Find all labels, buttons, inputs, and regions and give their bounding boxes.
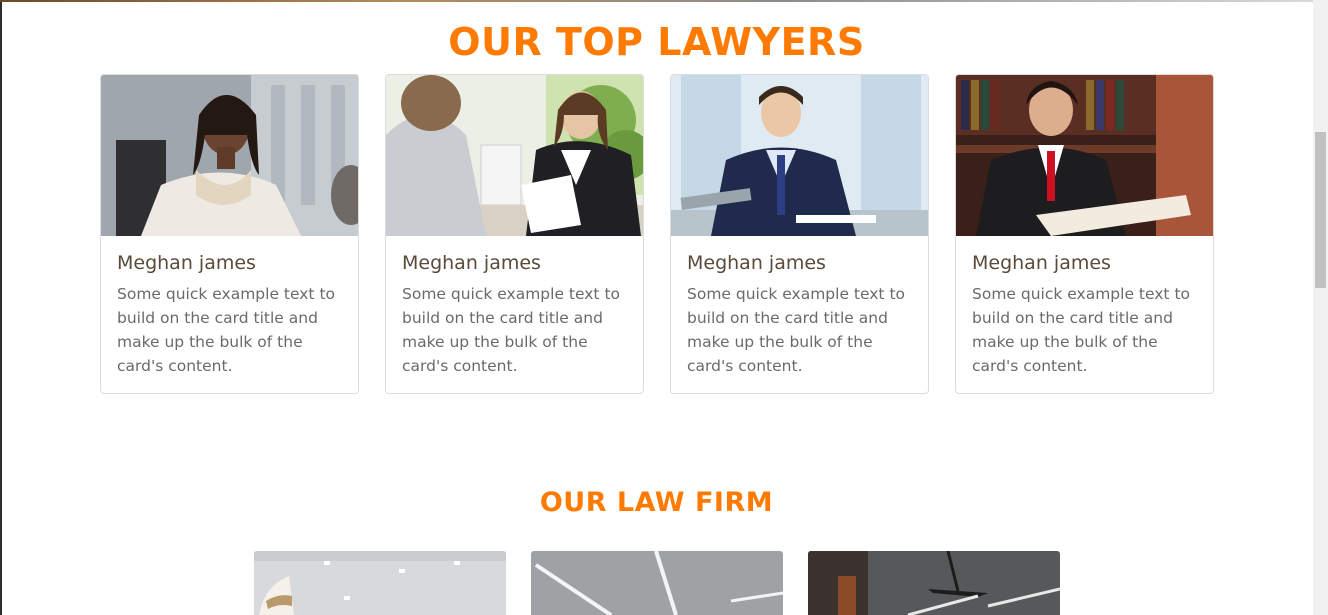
scrollbar-thumb[interactable] bbox=[1315, 132, 1326, 288]
window-left-edge bbox=[0, 0, 2, 615]
law-firm-photo bbox=[808, 551, 1060, 615]
section-title-law-firm: OUR LAW FIRM bbox=[539, 487, 774, 518]
lawyer-description: Some quick example text to build on the … bbox=[972, 285, 1190, 375]
previous-section-edge bbox=[0, 0, 1313, 2]
lawyer-photo bbox=[101, 75, 358, 236]
lawyer-photo bbox=[956, 75, 1213, 236]
lawyer-card: Meghan james Some quick example text to … bbox=[100, 74, 359, 394]
section-title-top-lawyers: OUR TOP LAWYERS bbox=[448, 20, 865, 64]
lawyer-description: Some quick example text to build on the … bbox=[117, 285, 335, 375]
page-scrollbar[interactable] bbox=[1313, 0, 1328, 615]
lawyer-photo bbox=[671, 75, 928, 236]
lawyer-name: Meghan james bbox=[972, 252, 1111, 274]
lawyer-description: Some quick example text to build on the … bbox=[687, 285, 905, 375]
lawyer-description: Some quick example text to build on the … bbox=[402, 285, 620, 375]
lawyer-name: Meghan james bbox=[687, 252, 826, 274]
lawyer-card: Meghan james Some quick example text to … bbox=[955, 74, 1214, 394]
law-firm-photo bbox=[254, 551, 506, 615]
lawyer-card: Meghan james Some quick example text to … bbox=[670, 74, 929, 394]
lawyer-card: Meghan james Some quick example text to … bbox=[385, 74, 644, 394]
lawyer-name: Meghan james bbox=[117, 252, 256, 274]
lawyer-name: Meghan james bbox=[402, 252, 541, 274]
lawyer-photo bbox=[386, 75, 643, 236]
law-firm-photo bbox=[531, 551, 783, 615]
